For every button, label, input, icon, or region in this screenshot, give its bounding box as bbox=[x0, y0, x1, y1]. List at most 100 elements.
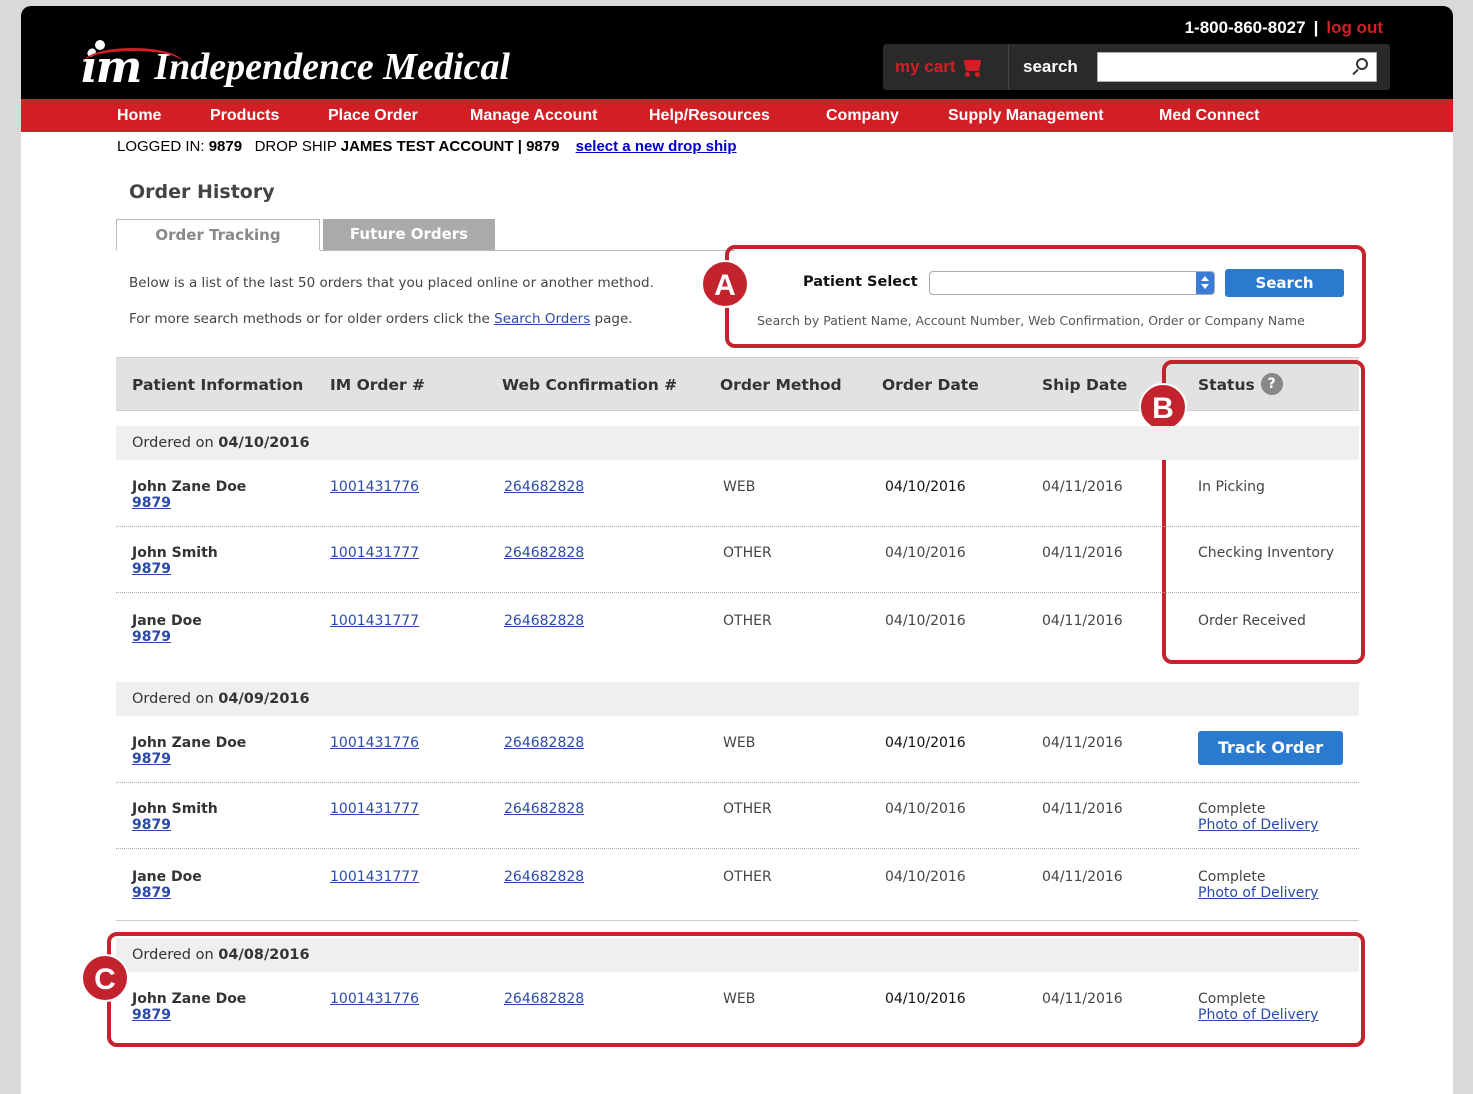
table-row: John Zane Doe 9879 1001431776 264682828 W… bbox=[116, 461, 1359, 527]
order-method: OTHER bbox=[723, 613, 772, 629]
patient-account-link[interactable]: 9879 bbox=[132, 885, 202, 901]
section-divider bbox=[116, 920, 1359, 921]
track-order-button[interactable]: Track Order bbox=[1198, 731, 1343, 765]
nav-company[interactable]: Company bbox=[826, 99, 899, 132]
patient-account-link[interactable]: 9879 bbox=[132, 751, 246, 767]
web-confirmation-link[interactable]: 264682828 bbox=[504, 869, 584, 885]
web-confirmation-link[interactable]: 264682828 bbox=[504, 545, 584, 561]
col-web-confirmation: Web Confirmation # bbox=[502, 376, 678, 394]
desc2-suffix: page. bbox=[594, 311, 633, 327]
im-order-link[interactable]: 1001431777 bbox=[330, 801, 419, 817]
im-order-link[interactable]: 1001431776 bbox=[330, 735, 419, 751]
order-method: OTHER bbox=[723, 545, 772, 561]
status-text: Complete bbox=[1198, 801, 1266, 817]
patient-cell: John Smith 9879 bbox=[132, 545, 218, 577]
logo-text: Independence Medical bbox=[154, 46, 510, 88]
nav-med-connect[interactable]: Med Connect bbox=[1159, 99, 1259, 132]
patient-account-link[interactable]: 9879 bbox=[132, 495, 246, 511]
table-row: Jane Doe 9879 1001431777 264682828 OTHER … bbox=[116, 595, 1359, 661]
web-confirmation-link[interactable]: 264682828 bbox=[504, 479, 584, 495]
order-date: 04/10/2016 bbox=[885, 479, 966, 495]
site-search-box bbox=[1097, 52, 1377, 82]
group-header: Ordered on 04/10/2016 bbox=[116, 426, 1359, 460]
status-cell: Complete Photo of Delivery bbox=[1198, 801, 1318, 833]
search-orders-link[interactable]: Search Orders bbox=[494, 311, 590, 327]
search-label: search bbox=[1023, 57, 1078, 76]
utility-separator: | bbox=[1313, 18, 1319, 37]
tab-future-orders[interactable]: Future Orders bbox=[323, 219, 495, 250]
nav-home[interactable]: Home bbox=[117, 99, 161, 132]
im-order-link[interactable]: 1001431777 bbox=[330, 869, 419, 885]
col-im-order: IM Order # bbox=[330, 376, 426, 394]
patient-name: Jane Doe bbox=[132, 869, 202, 885]
patient-account-link[interactable]: 9879 bbox=[132, 561, 218, 577]
ship-date: 04/11/2016 bbox=[1042, 479, 1123, 495]
order-method: OTHER bbox=[723, 869, 772, 885]
drop-ship-label: DROP SHIP bbox=[254, 138, 337, 155]
order-date: 04/10/2016 bbox=[885, 869, 966, 885]
patient-cell: John Smith 9879 bbox=[132, 801, 218, 833]
web-confirmation-link[interactable]: 264682828 bbox=[504, 613, 584, 629]
status-text: Checking Inventory bbox=[1198, 545, 1335, 561]
search-icon[interactable] bbox=[1352, 58, 1368, 76]
nav-manage-account[interactable]: Manage Account bbox=[470, 99, 597, 132]
photo-of-delivery-link[interactable]: Photo of Delivery bbox=[1198, 817, 1318, 833]
nav-supply-management[interactable]: Supply Management bbox=[948, 99, 1104, 132]
tab-underline bbox=[320, 250, 735, 251]
photo-of-delivery-link[interactable]: Photo of Delivery bbox=[1198, 885, 1318, 901]
patient-name: John Zane Doe bbox=[132, 479, 247, 495]
description-line-1: Below is a list of the last 50 orders th… bbox=[129, 275, 654, 291]
site-logo[interactable]: im Independence Medical bbox=[81, 20, 510, 90]
nav-place-order[interactable]: Place Order bbox=[328, 99, 418, 132]
logged-in-account: 9879 bbox=[208, 138, 243, 155]
nav-products[interactable]: Products bbox=[210, 99, 279, 132]
my-cart-label: my cart bbox=[895, 57, 956, 76]
order-date: 04/10/2016 bbox=[885, 801, 966, 817]
top-header: im Independence Medical 1-800-860-8027 | l… bbox=[21, 6, 1453, 99]
logged-in-label: LOGGED IN: bbox=[117, 138, 205, 155]
ship-date: 04/11/2016 bbox=[1042, 735, 1123, 751]
group-header: Ordered on 04/09/2016 bbox=[116, 682, 1359, 716]
cart-wheel bbox=[975, 72, 981, 77]
ship-date: 04/11/2016 bbox=[1042, 869, 1123, 885]
col-order-date: Order Date bbox=[882, 376, 979, 394]
my-cart-button[interactable]: my cart bbox=[883, 44, 1009, 90]
table-row: John Smith 9879 1001431777 264682828 OTHE… bbox=[116, 527, 1359, 593]
cart-icon bbox=[961, 58, 983, 77]
ship-date: 04/11/2016 bbox=[1042, 801, 1123, 817]
group-date: 04/09/2016 bbox=[218, 691, 310, 707]
tab-order-tracking[interactable]: Order Tracking bbox=[116, 219, 320, 250]
table-row: John Smith 9879 1001431777 264682828 OTHE… bbox=[116, 783, 1359, 849]
nav-help-resources[interactable]: Help/Resources bbox=[649, 99, 770, 132]
main-nav: Home Products Place Order Manage Account… bbox=[21, 99, 1453, 132]
login-info: LOGGED IN: 9879 DROP SHIP JAMES TEST ACC… bbox=[117, 138, 737, 155]
im-order-link[interactable]: 1001431776 bbox=[330, 479, 419, 495]
status-cell: Complete Photo of Delivery bbox=[1198, 869, 1318, 901]
patient-account-link[interactable]: 9879 bbox=[132, 629, 202, 645]
web-confirmation-link[interactable]: 264682828 bbox=[504, 735, 584, 751]
order-date: 04/10/2016 bbox=[885, 735, 966, 751]
im-order-link[interactable]: 1001431777 bbox=[330, 613, 419, 629]
order-date: 04/10/2016 bbox=[885, 613, 966, 629]
cart-search-bar: my cart search bbox=[883, 44, 1390, 90]
cart-basket bbox=[963, 60, 982, 71]
search-icon-handle bbox=[1352, 68, 1359, 76]
select-drop-ship-link[interactable]: select a new drop ship bbox=[576, 138, 737, 155]
status-text: In Picking bbox=[1198, 479, 1265, 495]
logo-mark: im bbox=[81, 40, 183, 90]
table-row: Jane Doe 9879 1001431777 264682828 OTHER … bbox=[116, 851, 1359, 917]
patient-cell: John Zane Doe 9879 bbox=[132, 735, 246, 767]
patient-cell: Jane Doe 9879 bbox=[132, 613, 202, 645]
group-date: 04/10/2016 bbox=[218, 435, 310, 451]
order-date: 04/10/2016 bbox=[885, 545, 966, 561]
patient-account-link[interactable]: 9879 bbox=[132, 817, 218, 833]
patient-name: Jane Doe bbox=[132, 613, 202, 629]
logout-link[interactable]: log out bbox=[1326, 18, 1383, 37]
site-search-input[interactable] bbox=[1098, 53, 1338, 81]
patient-name: John Smith bbox=[132, 801, 218, 817]
logo-swoosh bbox=[83, 48, 183, 78]
table-row: John Zane Doe 9879 1001431776 264682828 W… bbox=[116, 717, 1359, 783]
im-order-link[interactable]: 1001431777 bbox=[330, 545, 419, 561]
status-text: Order Received bbox=[1198, 613, 1306, 629]
web-confirmation-link[interactable]: 264682828 bbox=[504, 801, 584, 817]
